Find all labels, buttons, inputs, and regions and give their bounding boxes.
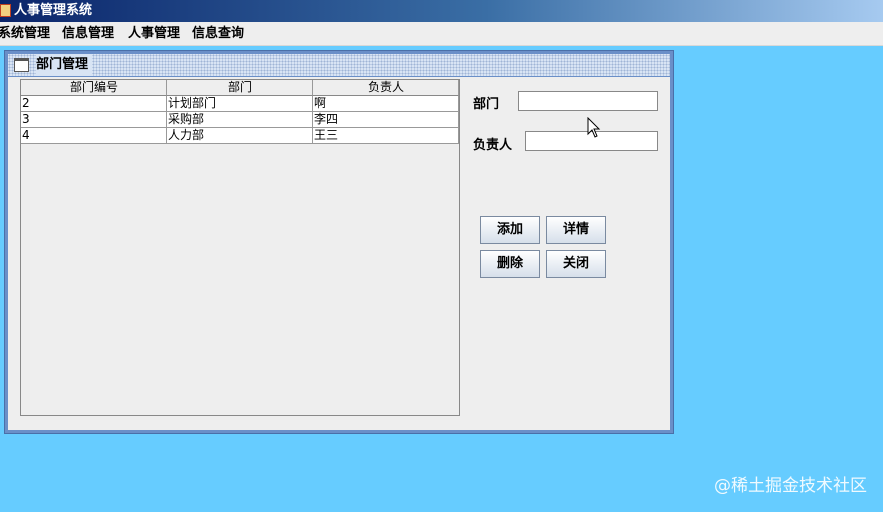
menu-personnel[interactable]: 人事管理 [128, 22, 180, 46]
detail-button[interactable]: 详情 [546, 216, 606, 244]
frame-body: 部门编号 部门 负责人 2 计划部门 啊 3 采购部 李四 4 人力部 王三 部… [8, 77, 670, 430]
dept-label: 部门 [473, 97, 500, 112]
window-title-bar: 人事管理系统 [0, 0, 883, 22]
menu-query[interactable]: 信息查询 [192, 22, 244, 46]
frame-title-bar[interactable]: 部门管理 [8, 54, 670, 76]
table-row[interactable]: 3 采购部 李四 [21, 112, 459, 128]
window-title: 人事管理系统 [14, 3, 93, 18]
delete-button[interactable]: 删除 [480, 250, 540, 278]
cell-dept[interactable]: 计划部门 [167, 96, 313, 112]
cell-id[interactable]: 4 [21, 128, 167, 144]
department-table[interactable]: 部门编号 部门 负责人 2 计划部门 啊 3 采购部 李四 4 人力部 王三 [20, 79, 460, 416]
add-button[interactable]: 添加 [480, 216, 540, 244]
cell-manager[interactable]: 李四 [313, 112, 459, 128]
column-header-manager[interactable]: 负责人 [313, 80, 459, 96]
menu-info[interactable]: 信息管理 [62, 22, 114, 46]
dept-input[interactable] [518, 91, 658, 111]
cell-manager[interactable]: 啊 [313, 96, 459, 112]
column-header-dept[interactable]: 部门 [167, 80, 313, 96]
watermark: @稀土掘金技术社区 [714, 476, 867, 496]
cell-manager[interactable]: 王三 [313, 128, 459, 144]
column-header-id[interactable]: 部门编号 [21, 80, 167, 96]
manager-label: 负责人 [473, 138, 513, 153]
frame-title: 部门管理 [36, 54, 93, 76]
cell-dept[interactable]: 采购部 [167, 112, 313, 128]
mouse-cursor-icon [587, 117, 601, 138]
department-internal-frame: 部门管理 部门编号 部门 负责人 2 计划部门 啊 3 采购部 李四 4 人力部… [4, 50, 674, 434]
table-row[interactable]: 2 计划部门 啊 [21, 96, 459, 112]
window-icon [14, 58, 29, 72]
menu-bar: 系统管理 信息管理 人事管理 信息查询 [0, 22, 883, 46]
cell-dept[interactable]: 人力部 [167, 128, 313, 144]
table-row[interactable]: 4 人力部 王三 [21, 128, 459, 144]
java-app-icon [0, 4, 11, 17]
close-button[interactable]: 关闭 [546, 250, 606, 278]
cell-id[interactable]: 2 [21, 96, 167, 112]
table-header: 部门编号 部门 负责人 [21, 80, 459, 96]
menu-system[interactable]: 系统管理 [0, 22, 50, 46]
cell-id[interactable]: 3 [21, 112, 167, 128]
